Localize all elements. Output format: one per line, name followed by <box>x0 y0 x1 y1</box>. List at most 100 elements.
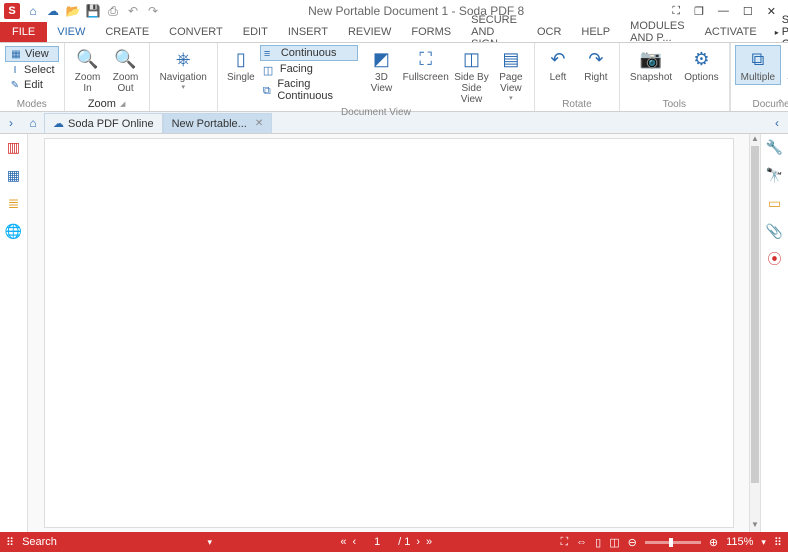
zoom-out-button[interactable]: 🔍Zoom Out <box>107 45 145 96</box>
mode-view-button[interactable]: ▦View <box>5 46 59 62</box>
maximize-icon[interactable]: ☐ <box>743 5 753 18</box>
fit-window-icon[interactable]: ⛶ <box>672 5 680 18</box>
zoom-out-button[interactable]: ⊖ <box>628 536 637 549</box>
facing-button[interactable]: ◫Facing <box>260 62 359 76</box>
home-icon[interactable]: ⌂ <box>26 4 40 18</box>
facing-continuous-button[interactable]: ⧉Facing Continuous <box>260 77 359 103</box>
group-zoom: 🔍Zoom In 🔍Zoom Out Zoom◢ <box>65 43 150 111</box>
fit-width-icon[interactable]: ⇔ <box>576 536 587 548</box>
soda-pdf-online-link[interactable]: ▸Soda PDF Online <box>767 22 788 42</box>
print-icon[interactable]: ⎙ <box>106 4 120 18</box>
status-bar: ⠿ ▾ « ‹ / 1 › » ⛶ ⇔ ▯ ◫ ⊖ ⊕ 115% ▾ ⠿ <box>0 532 788 552</box>
collapse-ribbon-icon[interactable]: ⌃ <box>776 98 784 109</box>
mode-select-button[interactable]: ISelect <box>5 63 59 77</box>
doc-tab-soda-online[interactable]: ☁Soda PDF Online <box>44 113 163 133</box>
vertical-scrollbar[interactable]: ▲ ▼ <box>749 134 760 532</box>
first-page-icon[interactable]: « <box>340 536 346 548</box>
side-by-side-button[interactable]: ◫Side By Side View <box>451 45 492 107</box>
tab-create[interactable]: CREATE <box>95 22 159 42</box>
right-panel: 🔧 🔭 ▭ 📎 ⦿ <box>760 134 788 532</box>
open-folder-icon[interactable]: 📂 <box>66 4 80 18</box>
rotate-left-button[interactable]: ↶Left <box>539 45 577 85</box>
tab-view[interactable]: VIEW <box>47 22 95 42</box>
cloud-icon[interactable]: ☁ <box>46 4 60 18</box>
zoom-level[interactable]: 115% <box>726 536 753 548</box>
badge-icon[interactable]: ⦿ <box>766 250 784 268</box>
fullscreen-button[interactable]: ⛶Fullscreen <box>400 45 451 85</box>
tab-secure[interactable]: SECURE AND SIGN <box>461 22 527 42</box>
thumbnails-icon[interactable]: ▦ <box>5 166 23 184</box>
snapshot-button[interactable]: 📷Snapshot <box>624 45 678 85</box>
documents-multiple-button[interactable]: ⧉Multiple <box>735 45 781 85</box>
tab-review[interactable]: REVIEW <box>338 22 401 42</box>
page-view-button[interactable]: ▤Page View▾ <box>492 45 530 104</box>
page-navigator: « ‹ / 1 › » <box>340 536 432 548</box>
search-input[interactable] <box>22 536 203 548</box>
camera-icon: 📷 <box>639 47 663 71</box>
next-page-icon[interactable]: › <box>416 536 420 548</box>
single-button[interactable]: ▯Single <box>222 45 260 85</box>
layers-icon[interactable]: ≣ <box>5 194 23 212</box>
mode-edit-button[interactable]: ✎Edit <box>5 78 59 92</box>
app-icon: S <box>4 3 20 19</box>
wrench-icon[interactable]: 🔧 <box>766 138 784 156</box>
tab-activate[interactable]: ACTIVATE <box>695 22 767 42</box>
cloud-icon: ☁ <box>53 117 64 130</box>
group-label: Modes <box>4 97 60 111</box>
last-page-icon[interactable]: » <box>426 536 432 548</box>
bookmarks-icon[interactable]: ▥ <box>5 138 23 156</box>
documents-single-button[interactable]: ▯Single <box>781 45 788 85</box>
save-icon[interactable]: 💾 <box>86 4 100 18</box>
attachment-icon[interactable]: 📎 <box>766 222 784 240</box>
fit-page-icon[interactable]: ⛶ <box>560 536 568 549</box>
minimize-icon[interactable]: — <box>718 5 729 18</box>
tab-ocr[interactable]: OCR <box>527 22 571 42</box>
expand-left-panel-icon[interactable]: › <box>0 112 22 133</box>
redo-icon[interactable]: ↷ <box>146 4 160 18</box>
options-button[interactable]: ⚙Options <box>678 45 724 85</box>
restore-icon[interactable]: ❐ <box>694 5 704 18</box>
rotate-right-icon: ↷ <box>584 47 608 71</box>
navigation-button[interactable]: ⎈Navigation▾ <box>154 45 213 93</box>
fullscreen-icon: ⛶ <box>414 47 438 71</box>
window-title: New Portable Document 1 - Soda PDF 8 <box>160 4 672 18</box>
zoom-launcher-icon[interactable]: ◢ <box>120 100 125 108</box>
zoom-dropdown-icon[interactable]: ▾ <box>761 537 766 548</box>
view-mode2-icon[interactable]: ◫ <box>609 536 619 549</box>
prev-page-icon[interactable]: ‹ <box>352 536 356 548</box>
chevron-down-icon: ▾ <box>509 94 513 102</box>
globe-icon[interactable]: 🌐 <box>5 222 23 240</box>
search-box: ▾ <box>22 536 212 548</box>
notes-icon[interactable]: ▭ <box>766 194 784 212</box>
tab-edit[interactable]: EDIT <box>233 22 278 42</box>
tab-home-icon[interactable]: ⌂ <box>22 112 44 133</box>
undo-icon[interactable]: ↶ <box>126 4 140 18</box>
continuous-button[interactable]: ≡Continuous <box>260 45 359 61</box>
scroll-up-icon[interactable]: ▲ <box>751 134 759 146</box>
search-dropdown-icon[interactable]: ▾ <box>208 537 213 548</box>
tab-convert[interactable]: CONVERT <box>159 22 233 42</box>
file-tab[interactable]: FILE <box>0 22 47 42</box>
zoom-in-button[interactable]: 🔍Zoom In <box>69 45 107 96</box>
binoculars-icon[interactable]: 🔭 <box>766 166 784 184</box>
tab-help[interactable]: HELP <box>571 22 620 42</box>
page-number-input[interactable] <box>362 536 392 548</box>
document-canvas[interactable] <box>28 134 749 532</box>
view-mode-icon[interactable]: ▯ <box>595 536 601 549</box>
tab-forms[interactable]: FORMS <box>401 22 461 42</box>
zoom-slider[interactable] <box>645 541 701 544</box>
tab-insert[interactable]: INSERT <box>278 22 338 42</box>
close-icon[interactable]: ✕ <box>767 5 776 18</box>
tab-modules[interactable]: MODULES AND P... <box>620 22 694 42</box>
close-tab-icon[interactable]: ✕ <box>255 118 263 129</box>
multiple-docs-icon: ⧉ <box>746 47 770 71</box>
expand-right-panel-icon[interactable]: ‹ <box>766 112 788 133</box>
rotate-right-button[interactable]: ↷Right <box>577 45 615 85</box>
scroll-down-icon[interactable]: ▼ <box>751 520 759 532</box>
side-by-side-icon: ◫ <box>459 47 483 71</box>
group-rotate: ↶Left ↷Right Rotate <box>535 43 620 111</box>
zoom-in-button[interactable]: ⊕ <box>709 536 718 549</box>
3d-view-icon: ◩ <box>369 47 393 71</box>
3d-view-button[interactable]: ◩3D View <box>362 45 400 96</box>
single-page-icon: ▯ <box>229 47 253 71</box>
